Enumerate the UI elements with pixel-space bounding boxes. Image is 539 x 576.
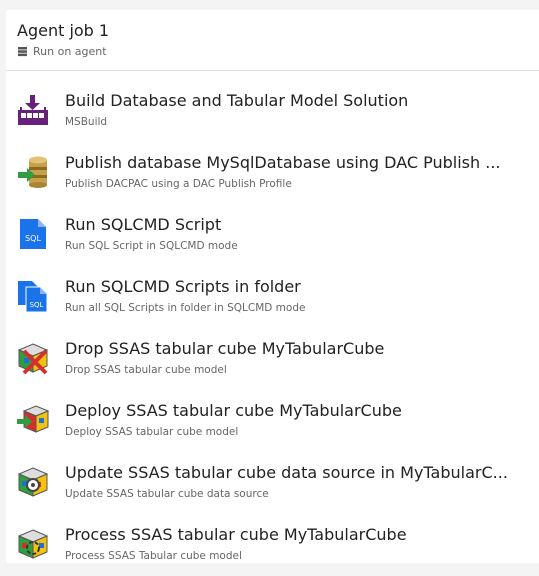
task-title: Process SSAS tabular cube MyTabularCube (65, 525, 407, 544)
agent-job-subtitle-text: Run on agent (33, 45, 107, 58)
task-title: Publish database MySqlDatabase using DAC… (65, 153, 501, 172)
task-subtitle: Drop SSAS tabular cube model (65, 364, 227, 376)
job-panel: Agent job 1 Run on agent Build Database … (6, 10, 539, 563)
sql-icon-label: SQL (30, 301, 44, 309)
task-update-cube-datasource[interactable]: Update SSAS tabular cube data source in … (6, 452, 539, 514)
task-build-solution[interactable]: Build Database and Tabular Model Solutio… (6, 80, 539, 142)
agent-job-header[interactable]: Agent job 1 Run on agent (6, 10, 539, 71)
sql-icon-label: SQL (25, 234, 41, 243)
msbuild-icon (18, 95, 48, 125)
task-subtitle: Update SSAS tabular cube data source (65, 488, 269, 500)
task-run-sqlcmd-folder[interactable]: SQL Run SQLCMD Scripts in folder Run all… (6, 266, 539, 328)
task-title: Update SSAS tabular cube data source in … (65, 463, 508, 482)
task-subtitle: MSBuild (65, 116, 108, 128)
task-publish-database[interactable]: Publish database MySqlDatabase using DAC… (6, 142, 539, 204)
sql-file-icon: SQL (20, 219, 46, 249)
database-publish-icon (18, 156, 47, 188)
cube-process-icon (17, 529, 49, 559)
agent-job-title: Agent job 1 (17, 21, 110, 40)
server-icon (18, 47, 27, 57)
task-title: Run SQLCMD Scripts in folder (65, 277, 301, 296)
agent-job-subtitle: Run on agent (17, 45, 107, 58)
cube-update-icon (17, 467, 49, 497)
cube-deploy-icon (17, 405, 50, 433)
task-title: Deploy SSAS tabular cube MyTabularCube (65, 401, 402, 420)
cube-drop-icon (17, 343, 49, 375)
task-subtitle: Process SSAS Tabular cube model (65, 550, 242, 562)
sql-files-icon: SQL (18, 281, 48, 313)
task-subtitle: Run SQL Script in SQLCMD mode (65, 240, 238, 252)
task-process-cube[interactable]: Process SSAS tabular cube MyTabularCube … (6, 514, 539, 576)
task-deploy-cube[interactable]: Deploy SSAS tabular cube MyTabularCube D… (6, 390, 539, 452)
task-subtitle: Run all SQL Scripts in folder in SQLCMD … (65, 302, 306, 314)
task-subtitle: Deploy SSAS tabular cube model (65, 426, 239, 438)
task-title: Build Database and Tabular Model Solutio… (65, 91, 409, 110)
task-subtitle: Publish DACPAC using a DAC Publish Profi… (65, 178, 292, 190)
task-title: Drop SSAS tabular cube MyTabularCube (65, 339, 385, 358)
task-run-sqlcmd-script[interactable]: SQL Run SQLCMD Script Run SQL Script in … (6, 204, 539, 266)
task-drop-cube[interactable]: Drop SSAS tabular cube MyTabularCube Dro… (6, 328, 539, 390)
task-title: Run SQLCMD Script (65, 215, 222, 234)
